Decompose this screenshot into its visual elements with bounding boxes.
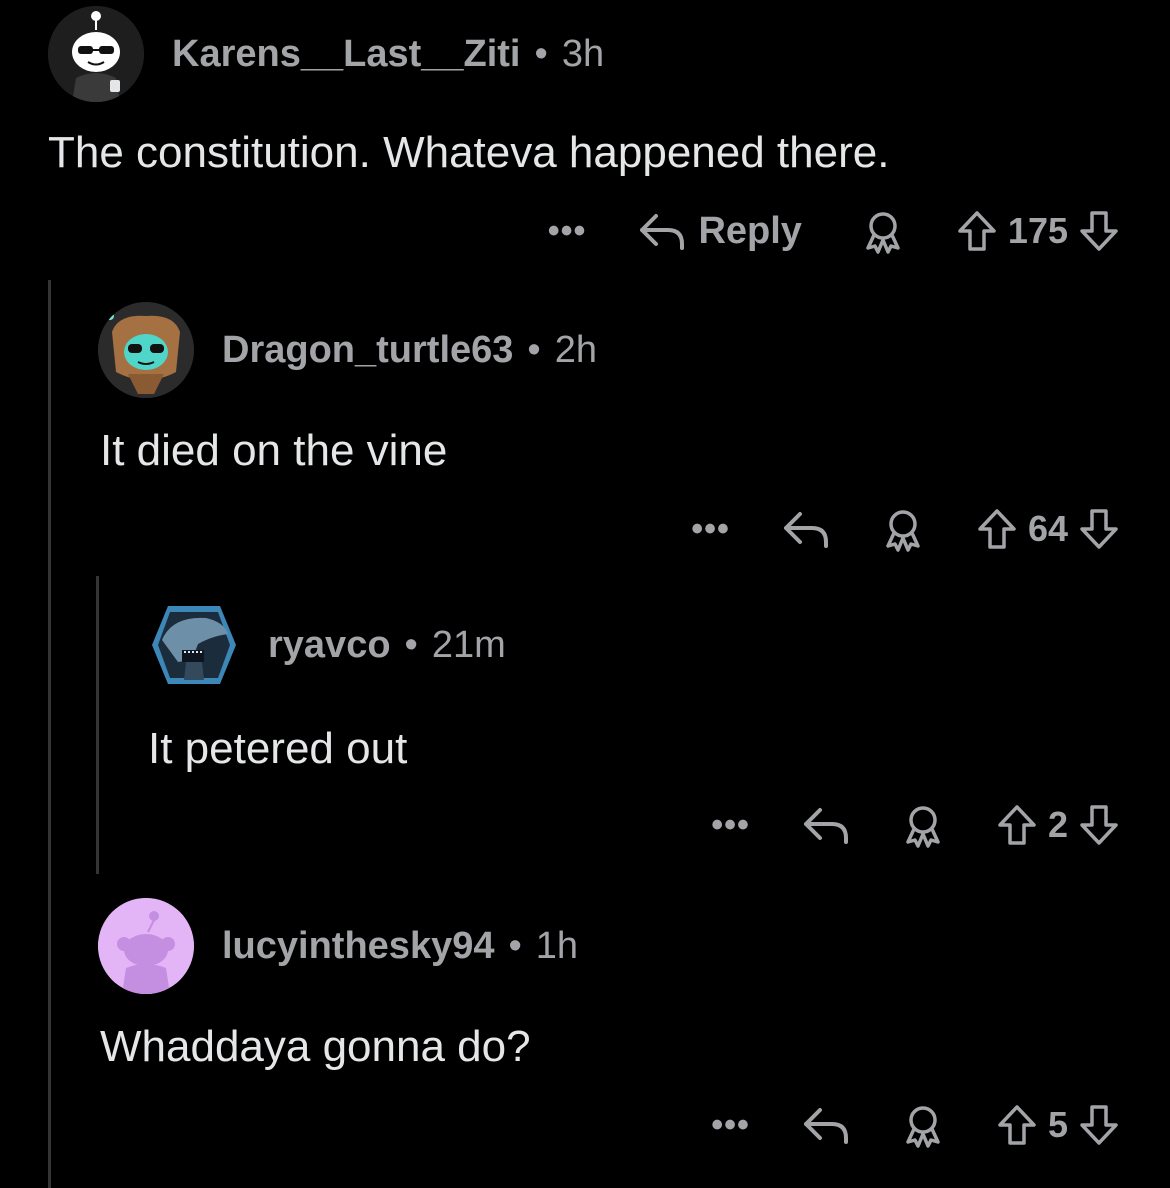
comment-header: lucyinthesky94 • 1h: [98, 898, 578, 994]
avatar[interactable]: [98, 898, 194, 994]
upvote-arrow-icon[interactable]: [996, 1103, 1038, 1147]
award-button[interactable]: [900, 1102, 946, 1148]
meta-separator: •: [508, 924, 522, 967]
comment-actions: ••• 5: [711, 1100, 1120, 1150]
downvote-arrow-icon[interactable]: [1078, 1103, 1120, 1147]
more-options-button[interactable]: •••: [711, 1108, 750, 1142]
comment-lucyinthesky94: lucyinthesky94 • 1h Whaddaya gonna do? •…: [0, 0, 1170, 1188]
vote-control: 5: [996, 1103, 1120, 1147]
username[interactable]: lucyinthesky94: [222, 925, 494, 968]
award-icon: [900, 1102, 946, 1148]
comment-body: Whaddaya gonna do?: [100, 1022, 531, 1071]
comment-age: 1h: [535, 924, 579, 967]
vote-score: 5: [1047, 1104, 1068, 1145]
reply-button[interactable]: [802, 1104, 850, 1146]
snoo-default-avatar-icon: [98, 898, 194, 994]
reply-arrow-icon: [802, 1104, 850, 1146]
